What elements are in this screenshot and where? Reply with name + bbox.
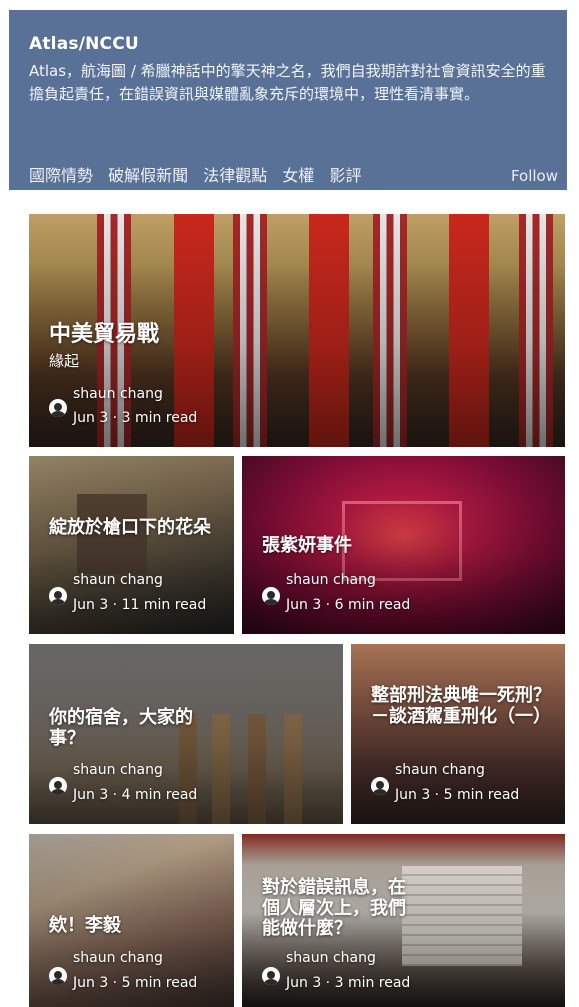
publication-header: Atlas/NCCU Atlas，航海圖 / 希臘神話中的擎天神之名，我們自我期… <box>9 10 567 190</box>
article-card-jang-ja-yeon[interactable]: 張紫妍事件 shaun chang Jun 3 · 6 min read <box>242 456 565 634</box>
publication-nav: 國際情勢 破解假新聞 法律觀點 女權 影評 <box>29 162 371 186</box>
article-title: 張紫妍事件 <box>262 535 352 556</box>
article-meta: Jun 3 · 4 min read <box>73 787 198 803</box>
article-card-li-yi[interactable]: 欸！李毅 shaun chang Jun 3 · 5 min read <box>29 834 234 1007</box>
article-meta: Jun 3 · 11 min read <box>73 597 207 613</box>
nav-item-film-review[interactable]: 影評 <box>329 166 361 185</box>
article-meta: Jun 3 · 3 min read <box>286 975 411 991</box>
article-title: 中美貿易戰 <box>49 322 160 347</box>
author-avatar <box>49 399 67 417</box>
article-card-flowers[interactable]: 綻放於槍口下的花朵 shaun chang Jun 3 · 11 min rea… <box>29 456 234 634</box>
article-title: 你的宿舍，大家的事？ <box>49 707 193 749</box>
author-name[interactable]: shaun chang <box>73 950 163 966</box>
author-name[interactable]: shaun chang <box>73 762 163 778</box>
article-card-drunk-driving[interactable]: 整部刑法典唯一死刑？－談酒駕重刑化（一） shaun chang Jun 3 ·… <box>351 644 565 824</box>
author-avatar <box>371 777 389 795</box>
publication-description: Atlas，航海圖 / 希臘神話中的擎天神之名，我們自我期許對社會資訊安全的重擔… <box>29 62 546 103</box>
author-name[interactable]: shaun chang <box>73 386 163 402</box>
article-card-trade-war[interactable]: 中美貿易戰 緣起 shaun chang Jun 3 · 3 min read <box>29 214 565 447</box>
nav-item-international[interactable]: 國際情勢 <box>29 166 93 185</box>
author-avatar <box>49 777 67 795</box>
article-meta: Jun 3 · 5 min read <box>395 787 520 803</box>
article-title: 整部刑法典唯一死刑？－談酒駕重刑化（一） <box>371 685 551 727</box>
article-title: 綻放於槍口下的花朵 <box>49 517 211 538</box>
author-name[interactable]: shaun chang <box>286 572 376 588</box>
article-card-misinformation[interactable]: 對於錯誤訊息，在個人層次上，我們能做什麼？ shaun chang Jun 3 … <box>242 834 565 1007</box>
author-avatar <box>49 967 67 985</box>
article-subtitle: 緣起 <box>49 352 80 370</box>
article-title: 欸！李毅 <box>49 915 121 936</box>
article-card-dormitory[interactable]: 你的宿舍，大家的事？ shaun chang Jun 3 · 4 min rea… <box>29 644 343 824</box>
author-name[interactable]: shaun chang <box>73 572 163 588</box>
author-name[interactable]: shaun chang <box>395 762 485 778</box>
nav-item-fake-news[interactable]: 破解假新聞 <box>108 166 188 185</box>
author-avatar <box>49 587 67 605</box>
author-avatar <box>262 587 280 605</box>
publication-name[interactable]: Atlas/NCCU <box>29 34 139 54</box>
article-meta: Jun 3 · 5 min read <box>73 975 198 991</box>
nav-item-feminism[interactable]: 女權 <box>282 166 314 185</box>
author-avatar <box>262 967 280 985</box>
follow-button[interactable]: Follow <box>511 167 558 185</box>
article-meta: Jun 3 · 3 min read <box>73 410 198 426</box>
author-name[interactable]: shaun chang <box>286 950 376 966</box>
article-title: 對於錯誤訊息，在個人層次上，我們能做什麼？ <box>262 877 406 940</box>
nav-item-law[interactable]: 法律觀點 <box>203 166 267 185</box>
article-meta: Jun 3 · 6 min read <box>286 597 411 613</box>
